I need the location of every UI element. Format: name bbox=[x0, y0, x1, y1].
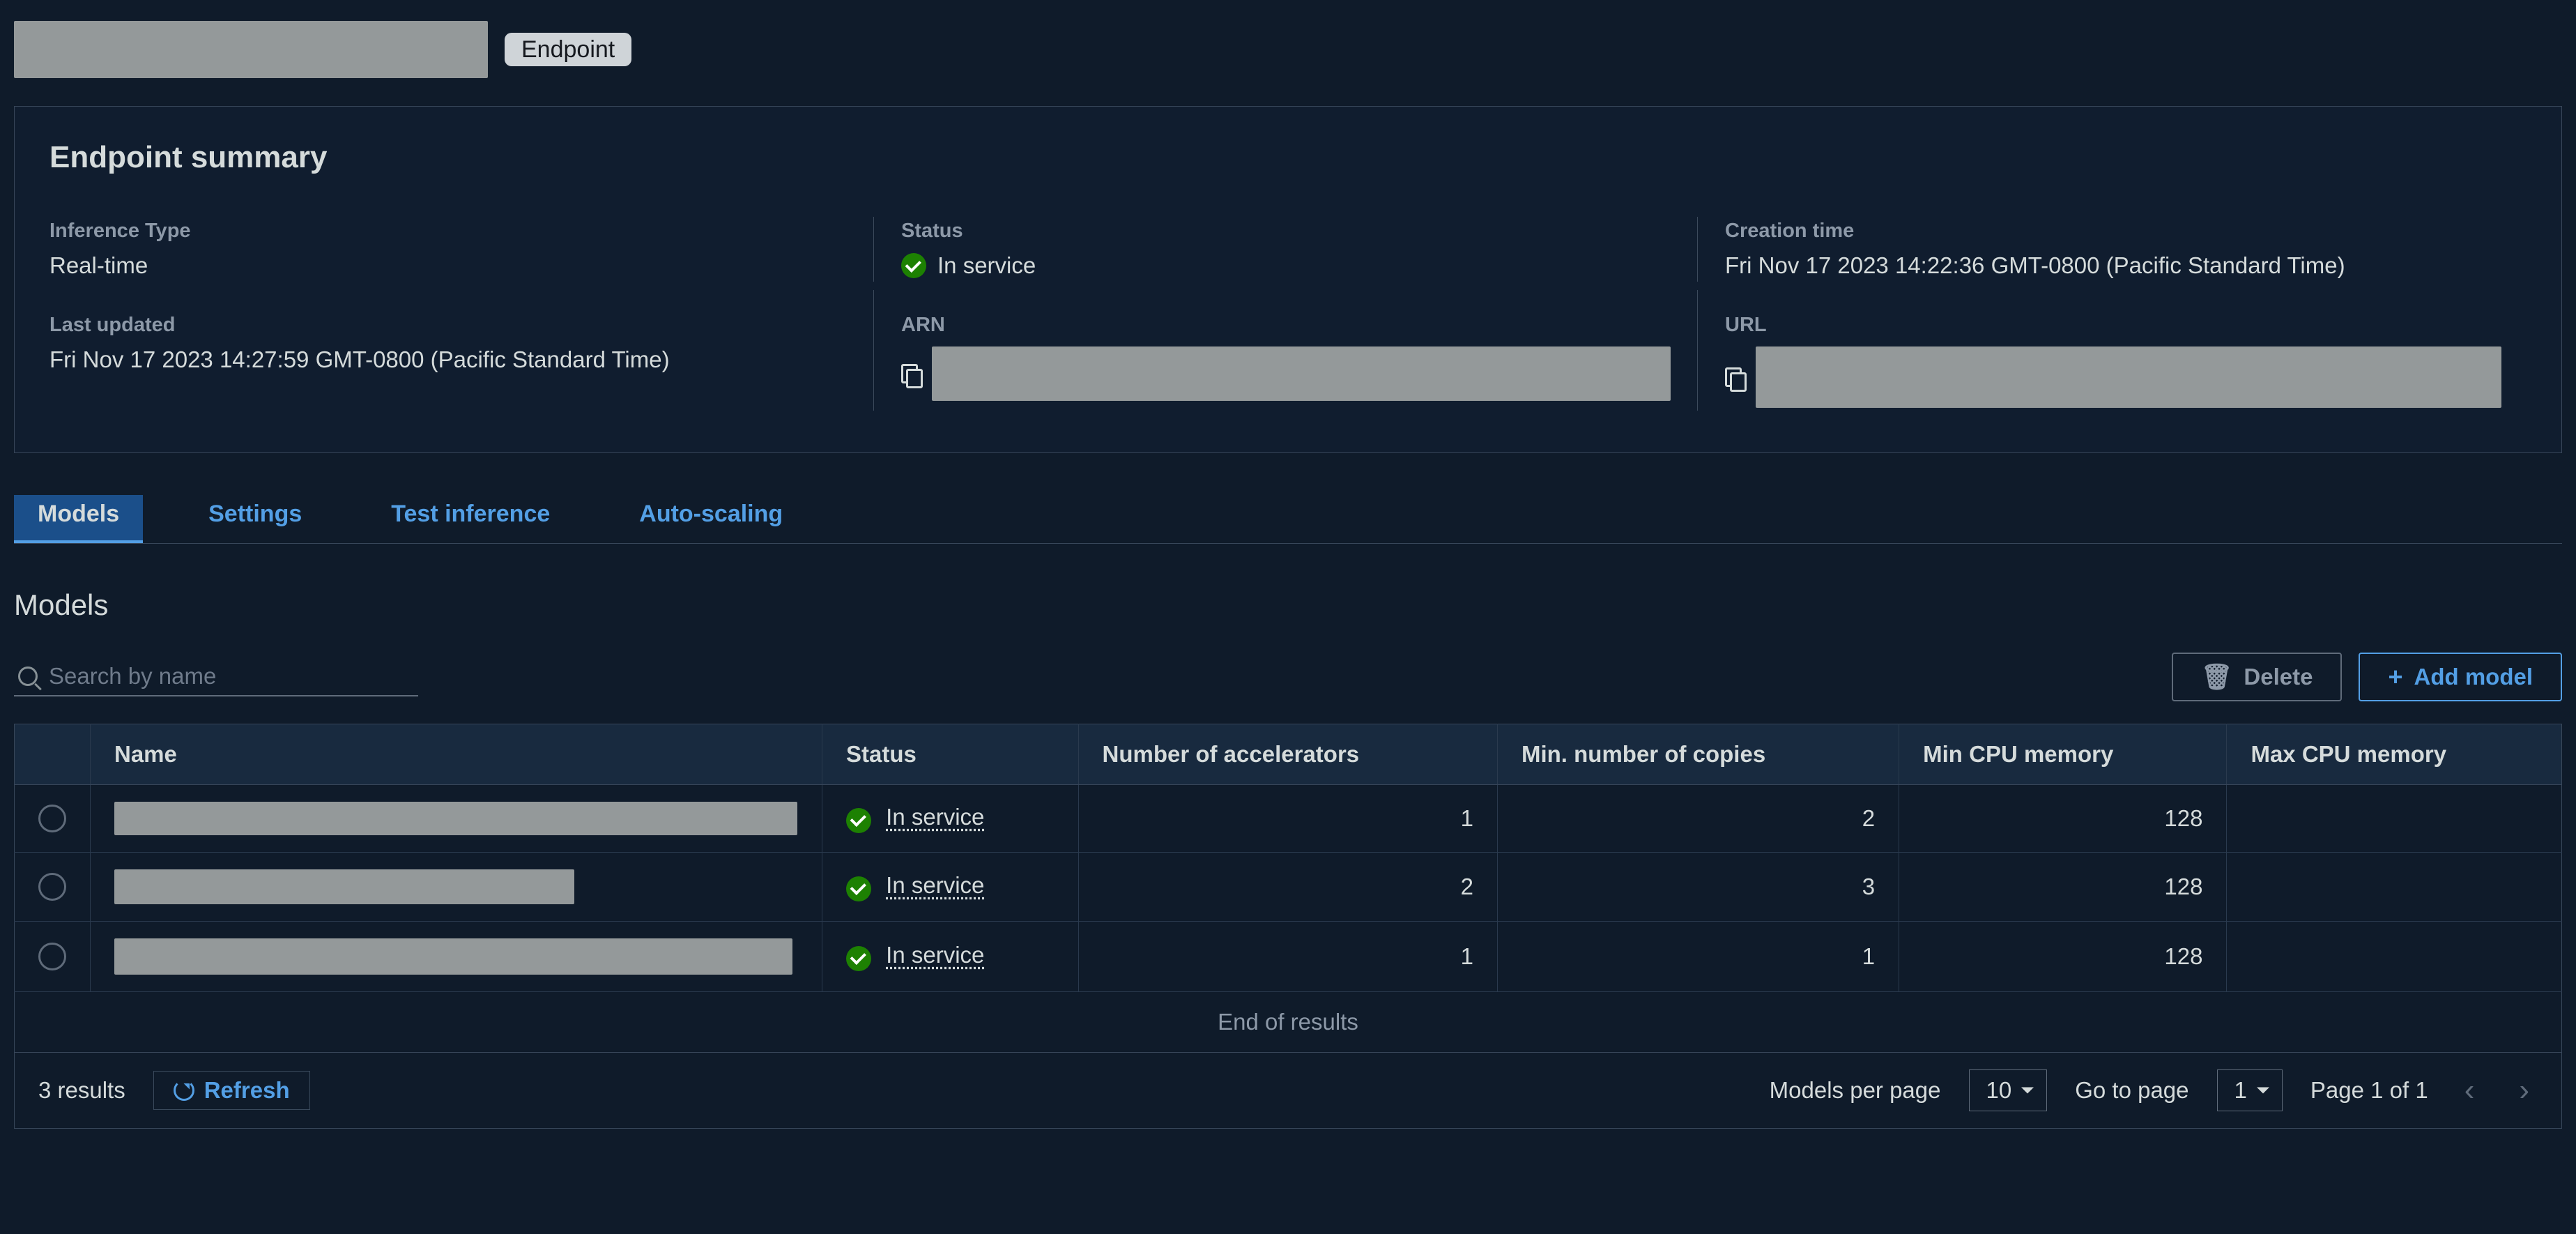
status-link[interactable]: In service bbox=[886, 804, 984, 830]
trash-icon: 🗑 bbox=[2201, 664, 2233, 690]
col-status[interactable]: Status bbox=[822, 724, 1079, 785]
cell-accel: 1 bbox=[1078, 785, 1497, 853]
col-accelerators[interactable]: Number of accelerators bbox=[1078, 724, 1497, 785]
value-creation-time: Fri Nov 17 2023 14:22:36 GMT-0800 (Pacif… bbox=[1725, 252, 2501, 279]
refresh-icon bbox=[174, 1080, 194, 1101]
label-status: Status bbox=[901, 220, 1672, 243]
cell-min-mem: 128 bbox=[1899, 853, 2227, 922]
value-status: In service bbox=[937, 252, 1036, 279]
add-model-button[interactable]: + Add model bbox=[2359, 653, 2562, 701]
cell-min-mem: 128 bbox=[1899, 922, 2227, 992]
search-wrap bbox=[14, 657, 418, 696]
go-to-page-select[interactable]: 1 bbox=[2217, 1069, 2283, 1111]
status-success-icon bbox=[846, 808, 871, 833]
table-row: In service 1 1 128 bbox=[15, 922, 2562, 992]
cell-min-copies: 3 bbox=[1497, 853, 1899, 922]
row-radio[interactable] bbox=[38, 805, 66, 832]
status-success-icon bbox=[846, 946, 871, 971]
col-min-copies[interactable]: Min. number of copies bbox=[1497, 724, 1899, 785]
tab-settings[interactable]: Settings bbox=[185, 495, 325, 543]
results-count: 3 results bbox=[38, 1077, 125, 1104]
tabs: Models Settings Test inference Auto-scal… bbox=[14, 495, 2562, 544]
label-inference-type: Inference Type bbox=[49, 220, 848, 243]
plus-icon: + bbox=[2388, 664, 2402, 690]
cell-min-mem: 128 bbox=[1899, 785, 2227, 853]
table-footer: 3 results Refresh Models per page 10 Go … bbox=[14, 1053, 2562, 1129]
label-last-updated: Last updated bbox=[49, 314, 848, 337]
prev-page-button[interactable]: ‹ bbox=[2456, 1073, 2483, 1108]
next-page-button[interactable]: › bbox=[2510, 1073, 2538, 1108]
models-per-page-select[interactable]: 10 bbox=[1969, 1069, 2048, 1111]
endpoint-badge: Endpoint bbox=[505, 33, 631, 66]
search-input[interactable] bbox=[49, 663, 414, 690]
row-radio[interactable] bbox=[38, 943, 66, 970]
cell-max-mem bbox=[2227, 785, 2562, 853]
model-name-redacted[interactable] bbox=[114, 938, 792, 975]
table-row: In service 1 2 128 bbox=[15, 785, 2562, 853]
copy-arn-icon[interactable] bbox=[901, 364, 921, 383]
status-link[interactable]: In service bbox=[886, 872, 984, 898]
models-per-page-label: Models per page bbox=[1770, 1077, 1941, 1104]
models-table: Name Status Number of accelerators Min. … bbox=[14, 724, 2562, 992]
endpoint-summary-panel: Endpoint summary Inference Type Real-tim… bbox=[14, 106, 2562, 453]
tab-test-inference[interactable]: Test inference bbox=[367, 495, 574, 543]
model-name-redacted[interactable] bbox=[114, 802, 797, 835]
cell-max-mem bbox=[2227, 853, 2562, 922]
refresh-label: Refresh bbox=[204, 1077, 290, 1104]
go-to-page-label: Go to page bbox=[2075, 1077, 2188, 1104]
cell-min-copies: 1 bbox=[1497, 922, 1899, 992]
delete-label: Delete bbox=[2244, 664, 2313, 690]
col-max-memory[interactable]: Max CPU memory bbox=[2227, 724, 2562, 785]
col-select bbox=[15, 724, 91, 785]
label-url: URL bbox=[1725, 314, 2501, 337]
copy-url-icon[interactable] bbox=[1725, 367, 1745, 387]
value-last-updated: Fri Nov 17 2023 14:27:59 GMT-0800 (Pacif… bbox=[49, 346, 848, 373]
row-radio[interactable] bbox=[38, 873, 66, 901]
search-icon bbox=[18, 666, 38, 686]
value-inference-type: Real-time bbox=[49, 252, 848, 279]
status-success-icon bbox=[901, 253, 926, 278]
delete-button[interactable]: 🗑 Delete bbox=[2172, 653, 2343, 701]
add-model-label: Add model bbox=[2414, 664, 2533, 690]
model-name-redacted[interactable] bbox=[114, 869, 574, 904]
status-success-icon bbox=[846, 876, 871, 901]
arn-redacted bbox=[932, 346, 1671, 401]
tab-auto-scaling[interactable]: Auto-scaling bbox=[615, 495, 806, 543]
cell-accel: 2 bbox=[1078, 853, 1497, 922]
panel-title: Endpoint summary bbox=[49, 140, 2527, 175]
url-redacted bbox=[1756, 346, 2501, 408]
cell-max-mem bbox=[2227, 922, 2562, 992]
table-row: In service 2 3 128 bbox=[15, 853, 2562, 922]
breadcrumb: Endpoint bbox=[14, 21, 2562, 78]
tab-models[interactable]: Models bbox=[14, 495, 143, 543]
page-info: Page 1 of 1 bbox=[2310, 1077, 2428, 1104]
end-of-results: End of results bbox=[14, 992, 2562, 1053]
col-name[interactable]: Name bbox=[91, 724, 822, 785]
col-min-memory[interactable]: Min CPU memory bbox=[1899, 724, 2227, 785]
cell-accel: 1 bbox=[1078, 922, 1497, 992]
refresh-button[interactable]: Refresh bbox=[153, 1071, 310, 1110]
label-arn: ARN bbox=[901, 314, 1672, 337]
cell-min-copies: 2 bbox=[1497, 785, 1899, 853]
label-creation-time: Creation time bbox=[1725, 220, 2501, 243]
models-section-title: Models bbox=[14, 588, 2562, 622]
status-link[interactable]: In service bbox=[886, 942, 984, 968]
breadcrumb-redacted bbox=[14, 21, 488, 78]
